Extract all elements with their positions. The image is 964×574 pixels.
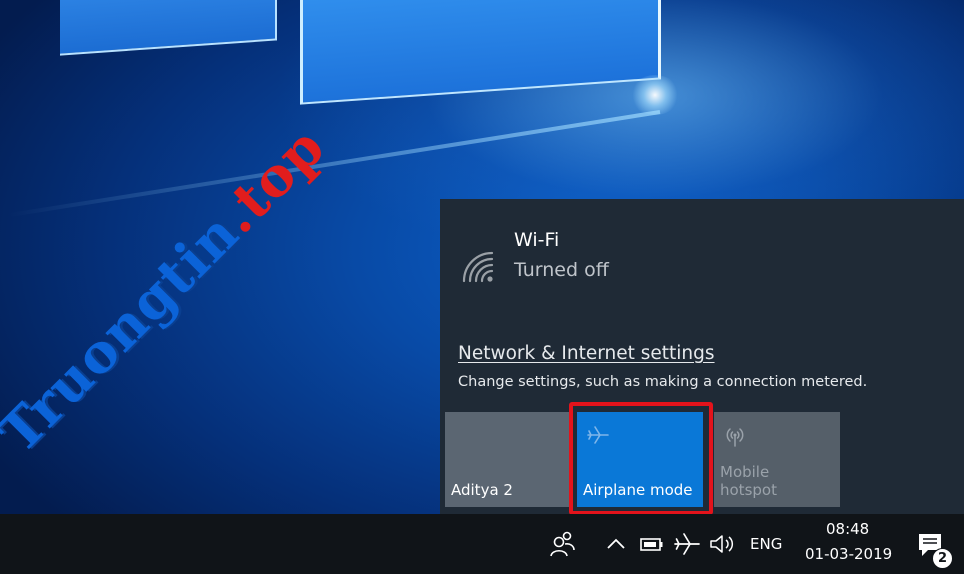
volume-icon[interactable] [708, 528, 736, 560]
chevron-up-icon[interactable] [602, 528, 630, 560]
windows-logo-pane-right [300, 0, 661, 105]
watermark-brand: Truongtin [0, 200, 251, 466]
quick-action-aditya-2[interactable]: Aditya 2 [445, 412, 571, 507]
battery-icon[interactable] [638, 528, 666, 560]
quick-action-label-line2: hotspot [720, 481, 777, 499]
wifi-status: Turned off [514, 259, 609, 281]
wifi-icon [462, 251, 494, 283]
quick-action-label-line1: Mobile [720, 463, 770, 481]
airplane-icon[interactable] [673, 528, 701, 560]
watermark: Truongtin.top [0, 114, 337, 465]
quick-action-label: Airplane mode [583, 481, 693, 499]
wifi-name: Wi-Fi [514, 229, 560, 251]
taskbar: ENG 08:48 01-03-2019 2 [0, 514, 964, 574]
network-flyout: Wi-Fi Turned off Network & Internet sett… [440, 199, 964, 514]
quick-action-label: Aditya 2 [451, 481, 513, 499]
airplane-icon [587, 426, 609, 444]
people-icon[interactable] [548, 528, 576, 560]
input-language[interactable]: ENG [750, 535, 782, 553]
network-settings-description: Change settings, such as making a connec… [458, 374, 868, 390]
quick-action-airplane-mode[interactable]: Airplane mode [577, 412, 703, 507]
windows-logo-pane-left [60, 0, 277, 56]
network-settings-link[interactable]: Network & Internet settings [458, 343, 715, 364]
wifi-network-row[interactable]: Wi-Fi Turned off [460, 225, 940, 295]
clock-time[interactable]: 08:48 [826, 520, 869, 538]
notification-count-badge: 2 [932, 548, 953, 569]
light-glow [630, 75, 680, 115]
clock-date[interactable]: 01-03-2019 [805, 545, 892, 563]
quick-action-mobile-hotspot[interactable]: Mobile hotspot [714, 412, 840, 507]
hotspot-icon [726, 428, 744, 447]
